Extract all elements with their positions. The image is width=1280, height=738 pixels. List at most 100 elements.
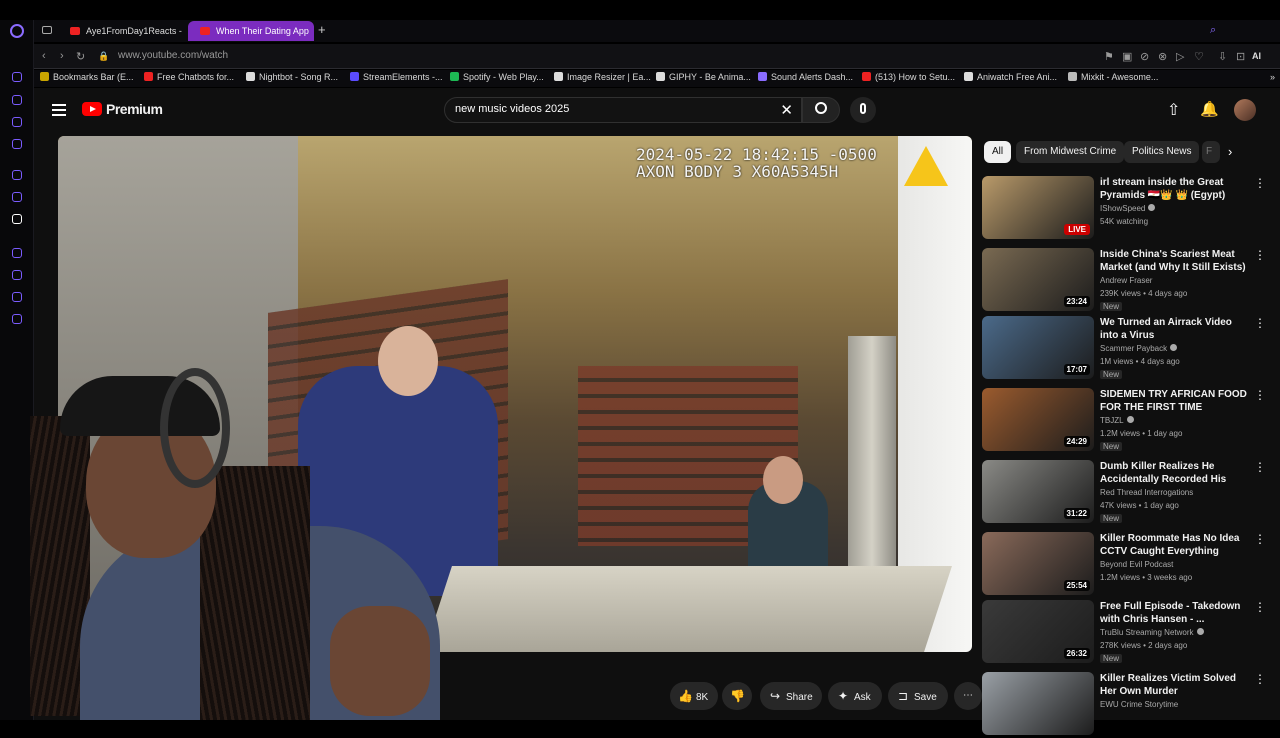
sidebar-history-icon[interactable]	[12, 270, 22, 280]
ai-button[interactable]: AI	[1252, 51, 1261, 61]
suggestion-thumbnail[interactable]: 31:22	[982, 460, 1094, 523]
suggestion-item[interactable]: 24:29 SIDEMEN TRY AFRICAN FOOD FOR THE FI…	[982, 388, 1272, 454]
voice-search-button[interactable]	[850, 97, 876, 123]
adblock-icon[interactable]: ⊘	[1140, 50, 1149, 63]
tab-when-their-dating-app[interactable]: When Their Dating App	[188, 21, 314, 41]
bookmark-item[interactable]: GIPHY - Be Anima...	[656, 72, 751, 82]
suggestion-item[interactable]: Killer Realizes Victim Solved Her Own Mu…	[982, 672, 1272, 738]
suggestion-channel[interactable]: EWU Crime Storytime	[1100, 700, 1178, 709]
suggestion-thumbnail[interactable]: 26:32	[982, 600, 1094, 663]
heart-icon[interactable]: ♡	[1194, 50, 1204, 63]
ask-button[interactable]: ✦ Ask	[828, 682, 882, 710]
suggestion-channel[interactable]: Andrew Fraser	[1100, 276, 1152, 285]
suggestion-channel[interactable]: IShowSpeed	[1100, 204, 1156, 213]
search-tabs-icon[interactable]: ⌕	[1210, 24, 1216, 37]
url-field[interactable]: www.youtube.com/watch	[118, 50, 228, 61]
more-options-icon[interactable]: ⋮	[1254, 176, 1266, 190]
bookmark-item[interactable]: Mixkit - Awesome...	[1068, 72, 1158, 82]
suggestion-thumbnail[interactable]: 24:29	[982, 388, 1094, 451]
suggestion-title[interactable]: Dumb Killer Realizes He Accidentally Rec…	[1100, 460, 1248, 486]
more-options-icon[interactable]: ⋮	[1254, 316, 1266, 330]
suggestion-title[interactable]: SIDEMEN TRY AFRICAN FOOD FOR THE FIRST T…	[1100, 388, 1248, 414]
suggestion-thumbnail[interactable]: 25:54	[982, 532, 1094, 595]
tab-aye1fromday1reacts[interactable]: Aye1FromDay1Reacts - Yo	[58, 21, 182, 41]
chip-from-midwest-crime[interactable]: From Midwest Crime	[1016, 141, 1125, 163]
suggestion-thumbnail[interactable]: 17:07	[982, 316, 1094, 379]
sidebar-extensions-icon[interactable]	[12, 292, 22, 302]
bookmark-item[interactable]: Sound Alerts Dash...	[758, 72, 853, 82]
more-options-icon[interactable]: ⋮	[1254, 248, 1266, 262]
bookmark-item[interactable]: Free Chatbots for...	[144, 72, 234, 82]
suggestion-title[interactable]: Killer Realizes Victim Solved Her Own Mu…	[1100, 672, 1248, 698]
more-options-icon[interactable]: ⋮	[1254, 460, 1266, 474]
download-icon[interactable]: ⇩	[1218, 50, 1227, 63]
sidebar-play-icon[interactable]	[12, 248, 22, 258]
save-button[interactable]: ⊐ Save	[888, 682, 948, 710]
dislike-button[interactable]: 👎	[722, 682, 752, 710]
bookmark-item[interactable]: StreamElements -...	[350, 72, 443, 82]
upload-icon[interactable]: ⇧	[1167, 100, 1180, 120]
snapshot-icon[interactable]: ▣	[1122, 50, 1132, 63]
bookmark-item[interactable]: Bookmarks Bar (E...	[40, 72, 134, 82]
suggestion-channel[interactable]: Scammer Payback	[1100, 344, 1178, 353]
bookmark-item[interactable]: (513) How to Setu...	[862, 72, 955, 82]
forward-icon[interactable]: ›	[60, 50, 64, 62]
chip-more[interactable]: F	[1202, 141, 1220, 163]
chip-politics-news[interactable]: Politics News	[1124, 141, 1200, 163]
account-avatar[interactable]	[1234, 99, 1256, 121]
sidebar-twitch-icon[interactable]	[12, 170, 22, 180]
tab-manager-icon[interactable]	[42, 26, 52, 34]
reload-icon[interactable]: ↻	[76, 50, 85, 63]
more-options-icon[interactable]: ⋮	[1254, 388, 1266, 402]
vpn-icon[interactable]: ⊗	[1158, 50, 1167, 63]
chip-all[interactable]: All	[984, 141, 1012, 163]
notifications-bell-icon[interactable]: 🔔	[1200, 100, 1219, 118]
chips-next-icon[interactable]: ›	[1228, 144, 1232, 159]
search-input[interactable]	[455, 103, 755, 115]
suggestion-thumbnail[interactable]: LIVE	[982, 176, 1094, 239]
suggestion-item[interactable]: LIVE irl stream inside the Great Pyramids…	[982, 176, 1272, 242]
suggestion-title[interactable]: irl stream inside the Great Pyramids 🇪🇬👑…	[1100, 176, 1248, 202]
bookmark-icon[interactable]: ⚑	[1104, 50, 1114, 63]
sidebar-mail-icon[interactable]	[12, 139, 22, 149]
suggestion-channel[interactable]: Beyond Evil Podcast	[1100, 560, 1173, 569]
suggestion-title[interactable]: Killer Roommate Has No Idea CCTV Caught …	[1100, 532, 1248, 558]
play-icon[interactable]: ▷	[1176, 50, 1184, 63]
bookmark-item[interactable]: Aniwatch Free Ani...	[964, 72, 1057, 82]
suggestion-item[interactable]: 31:22 Dumb Killer Realizes He Accidentall…	[982, 460, 1272, 526]
sidebar-messenger-icon[interactable]	[12, 72, 22, 82]
sidebar-box-icon[interactable]	[12, 117, 22, 127]
suggestion-item[interactable]: 25:54 Killer Roommate Has No Idea CCTV Ca…	[982, 532, 1272, 598]
suggestion-thumbnail[interactable]: 23:24	[982, 248, 1094, 311]
suggestion-channel[interactable]: TBJZL	[1100, 416, 1134, 425]
suggestion-item[interactable]: 17:07 We Turned an Airrack Video into a V…	[982, 316, 1272, 382]
more-options-icon[interactable]: ⋮	[1254, 672, 1266, 686]
bookmark-item[interactable]: Image Resizer | Ea...	[554, 72, 651, 82]
like-button[interactable]: 👍 8K	[670, 682, 718, 710]
sidebar-discord-icon[interactable]	[12, 214, 22, 224]
share-button[interactable]: ↪ Share	[760, 682, 822, 710]
more-options-icon[interactable]: ⋮	[1254, 532, 1266, 546]
back-icon[interactable]: ‹	[42, 50, 46, 62]
more-options-icon[interactable]: ⋮	[1254, 600, 1266, 614]
suggestion-item[interactable]: 26:32 Free Full Episode - Takedown with C…	[982, 600, 1272, 666]
sidebar-percent-icon[interactable]	[12, 192, 22, 202]
more-actions-button[interactable]: ⋯	[954, 682, 982, 710]
bookmarks-overflow-icon[interactable]: »	[1270, 72, 1275, 82]
suggestion-title[interactable]: Free Full Episode - Takedown with Chris …	[1100, 600, 1248, 626]
lock-pad-icon[interactable]: ⊡	[1236, 50, 1245, 63]
clear-search-icon[interactable]: ✕	[780, 101, 793, 119]
browser-logo-icon[interactable]	[10, 24, 24, 38]
suggestion-channel[interactable]: Red Thread Interrogations	[1100, 488, 1193, 497]
new-tab-button[interactable]: +	[318, 22, 326, 37]
bookmark-item[interactable]: Spotify - Web Play...	[450, 72, 544, 82]
search-button[interactable]	[802, 97, 840, 123]
suggestion-title[interactable]: Inside China's Scariest Meat Market (and…	[1100, 248, 1248, 274]
suggestion-item[interactable]: 23:24 Inside China's Scariest Meat Market…	[982, 248, 1272, 314]
suggestion-channel[interactable]: TruBlu Streaming Network	[1100, 628, 1204, 637]
sidebar-briefcase-icon[interactable]	[12, 95, 22, 105]
suggestion-thumbnail[interactable]	[982, 672, 1094, 735]
bookmark-item[interactable]: Nightbot - Song R...	[246, 72, 338, 82]
sidebar-settings-icon[interactable]	[12, 314, 22, 324]
suggestion-title[interactable]: We Turned an Airrack Video into a Virus	[1100, 316, 1248, 342]
